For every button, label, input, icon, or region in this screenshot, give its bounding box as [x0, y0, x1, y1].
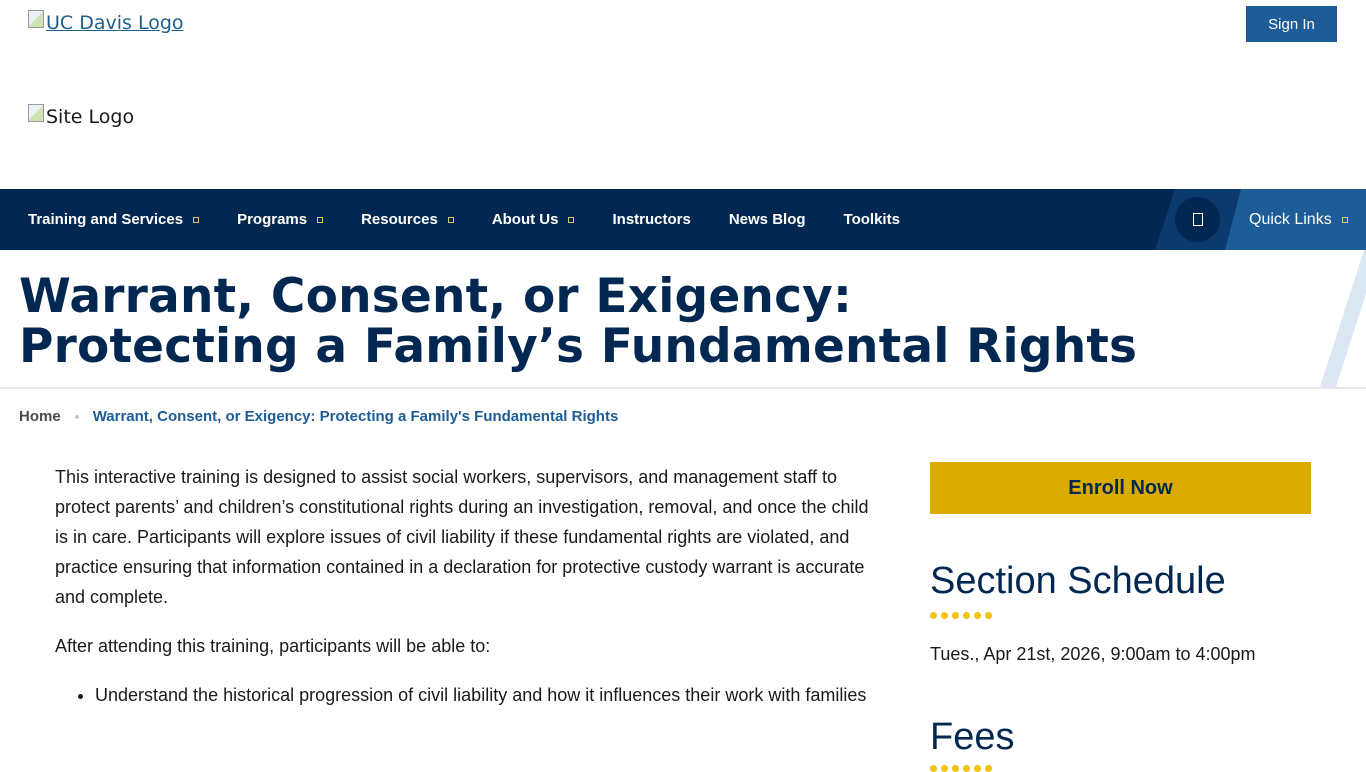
nav-item-toolkits[interactable]: Toolkits	[844, 211, 900, 228]
quick-links-label: Quick Links	[1249, 210, 1332, 228]
section-schedule-heading: Section Schedule	[930, 560, 1226, 602]
chevron-down-icon	[568, 216, 575, 223]
nav-item-label: News Blog	[728, 211, 806, 228]
nav-item-label: About Us	[491, 211, 559, 228]
breadcrumb-home-link[interactable]: Home	[19, 408, 61, 425]
fees-heading: Fees	[930, 716, 1015, 758]
chevron-down-icon	[193, 216, 200, 223]
nav-item-instructors[interactable]: Instructors	[612, 211, 690, 228]
section-schedule-text: Tues., Apr 21st, 2026, 9:00am to 4:00pm	[930, 644, 1256, 664]
nav-items: Training and Services Programs Resources…	[28, 189, 938, 250]
sign-in-button[interactable]: Sign In	[1246, 6, 1337, 42]
list-item: Understand the historical progression of…	[95, 680, 875, 710]
course-description: This interactive training is designed to…	[55, 462, 875, 710]
objectives-list: Understand the historical progression of…	[55, 680, 875, 710]
breadcrumb-current-link[interactable]: Warrant, Consent, or Exigency: Protectin…	[93, 408, 619, 425]
heading-dots-divider	[930, 765, 996, 772]
page-title: Warrant, Consent, or Exigency: Protectin…	[19, 269, 1138, 374]
page-title-band: Warrant, Consent, or Exigency: Protectin…	[0, 250, 1366, 389]
decorative-stripe	[1320, 250, 1366, 387]
uc-davis-logo-alt: UC Davis Logo	[46, 12, 184, 34]
broken-image-icon	[28, 10, 44, 28]
breadcrumb-separator	[74, 414, 79, 419]
search-button[interactable]	[1175, 197, 1220, 242]
nav-item-resources[interactable]: Resources	[361, 211, 454, 228]
nav-item-about-us[interactable]: About Us	[492, 211, 575, 228]
broken-image-icon	[28, 104, 44, 122]
nav-item-label: Resources	[361, 211, 438, 228]
nav-item-label: Instructors	[612, 211, 691, 228]
chevron-down-icon	[317, 216, 324, 223]
intro-paragraph: This interactive training is designed to…	[55, 467, 869, 607]
chevron-down-icon	[1341, 216, 1348, 223]
site-logo-alt: Site Logo	[46, 106, 135, 128]
objectives-lead: After attending this training, participa…	[55, 636, 491, 656]
nav-item-training-and-services[interactable]: Training and Services	[28, 211, 200, 228]
search-icon	[1192, 213, 1203, 226]
site-header: UC Davis Logo Site Logo Sign In	[0, 0, 1366, 189]
main-nav: Training and Services Programs Resources…	[0, 189, 1366, 250]
enroll-now-button[interactable]: Enroll Now	[930, 462, 1311, 514]
chevron-down-icon	[447, 216, 454, 223]
quick-links-button[interactable]: Quick Links	[1225, 189, 1366, 250]
nav-item-label: Training and Services	[28, 211, 184, 228]
nav-item-programs[interactable]: Programs	[237, 211, 324, 228]
breadcrumb: Home Warrant, Consent, or Exigency: Prot…	[19, 408, 618, 425]
nav-item-news-blog[interactable]: News Blog	[729, 211, 806, 228]
nav-item-label: Toolkits	[843, 211, 900, 228]
uc-davis-logo-link[interactable]: UC Davis Logo	[28, 10, 184, 34]
heading-dots-divider	[930, 612, 996, 619]
site-logo-link[interactable]: Site Logo	[28, 104, 135, 128]
nav-item-label: Programs	[237, 211, 308, 228]
